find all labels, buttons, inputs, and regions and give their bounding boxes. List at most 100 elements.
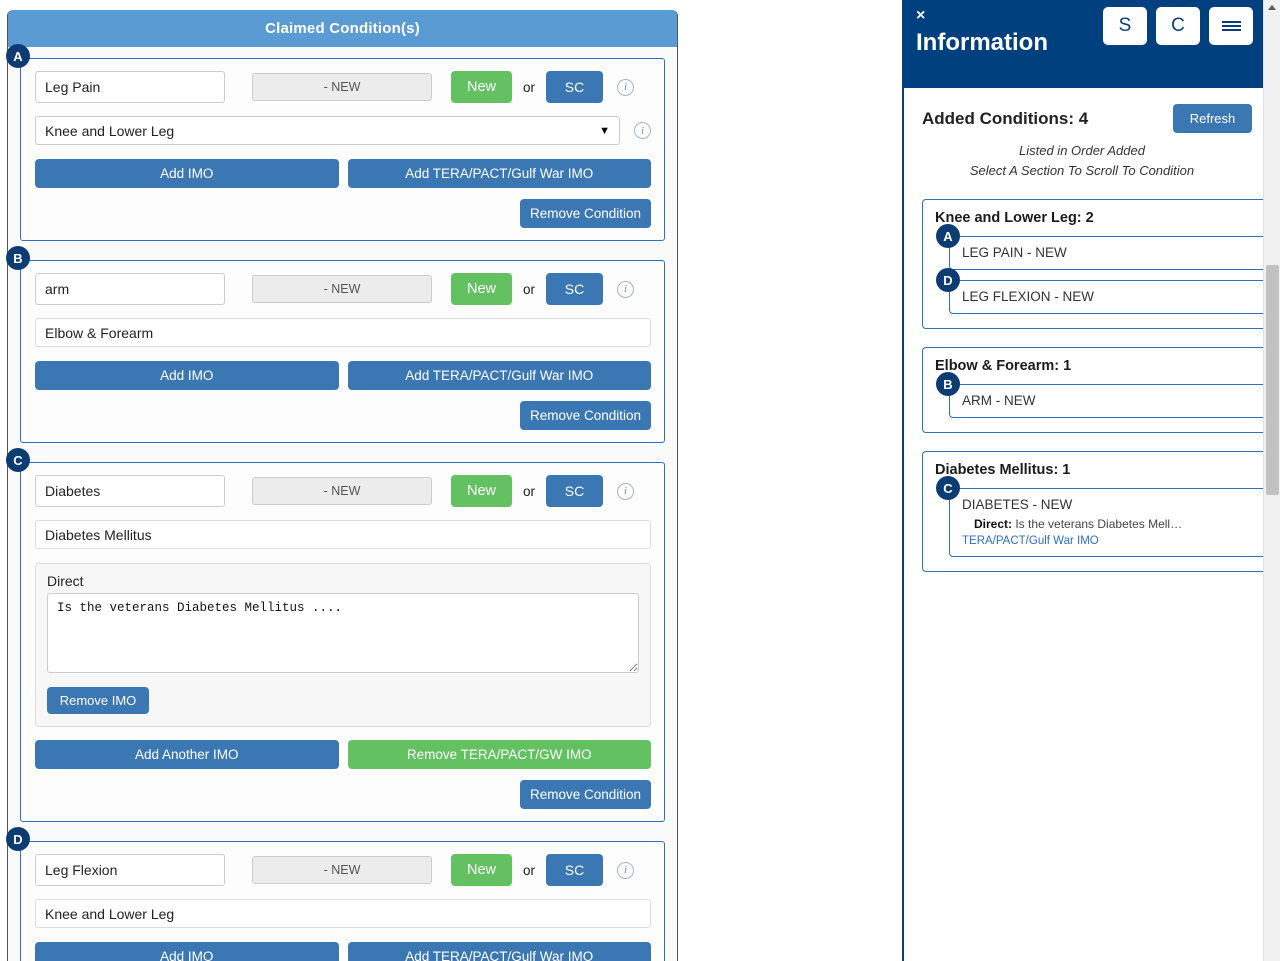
remove-imo-button[interactable]: Remove IMO bbox=[47, 687, 149, 714]
sc-button[interactable]: SC bbox=[546, 71, 604, 103]
condition-badge: C bbox=[6, 448, 30, 472]
remove-condition-button[interactable]: Remove Condition bbox=[520, 199, 651, 228]
condition-block-a: ANeworSCiKnee and Lower Leg▼iAdd IMOAdd … bbox=[6, 44, 665, 241]
add-tera-imo-button[interactable]: Add TERA/PACT/Gulf War IMO bbox=[347, 942, 651, 961]
condition-group[interactable]: Elbow & Forearm: 1 B ARM - NEW bbox=[922, 347, 1280, 433]
imo-button-row: Add Another IMO Remove TERA/PACT/GW IMO bbox=[35, 740, 651, 769]
close-icon[interactable]: × bbox=[916, 8, 925, 24]
condition-name-input[interactable] bbox=[35, 273, 225, 305]
body-part-field[interactable]: Elbow & Forearm bbox=[35, 318, 651, 347]
condition-body-row: Knee and Lower Leg ▼ i bbox=[35, 116, 651, 145]
body-part-select[interactable]: Knee and Lower Leg ▼ bbox=[35, 116, 620, 145]
condition-entry[interactable]: C DIABETES - NEW Direct: Is the veterans D… bbox=[936, 476, 1273, 557]
sc-button[interactable]: SC bbox=[546, 273, 604, 305]
new-button[interactable]: New bbox=[451, 71, 512, 103]
sc-button[interactable]: SC bbox=[546, 854, 604, 886]
add-another-imo-button[interactable]: Add Another IMO bbox=[35, 740, 339, 769]
condition-block-d: D Newor SC i Knee and Lower Leg Add IMO Add TE… bbox=[6, 827, 665, 961]
or-label: or bbox=[523, 281, 536, 297]
body-part-value: Diabetes Mellitus bbox=[45, 526, 152, 543]
or-label: or bbox=[523, 483, 536, 499]
condition-body-row: Elbow & Forearm bbox=[35, 318, 651, 347]
info-icon[interactable]: i bbox=[617, 78, 635, 96]
group-title: Elbow & Forearm: 1 bbox=[935, 358, 1072, 374]
add-imo-button[interactable]: Add IMO bbox=[35, 361, 339, 390]
condition-block-b: B Newor SC i Elbow & Forearm Add IMO Add TERA/… bbox=[6, 246, 665, 443]
remove-condition-button[interactable]: Remove Condition bbox=[520, 401, 651, 430]
info-icon[interactable]: i bbox=[617, 482, 635, 500]
condition-badge: D bbox=[6, 827, 30, 851]
sc-button[interactable]: SC bbox=[546, 475, 604, 507]
entry-badge: B bbox=[936, 372, 960, 396]
group-title: Diabetes Mellitus: 1 bbox=[935, 462, 1071, 478]
entry-detail: Direct: Is the veterans Diabetes Mell… bbox=[974, 517, 1183, 531]
refresh-button[interactable]: Refresh bbox=[1173, 104, 1252, 133]
c-button[interactable]: C bbox=[1156, 7, 1200, 45]
entry-title: ARM - NEW bbox=[962, 393, 1036, 408]
page-title: Claimed Condition(s) bbox=[8, 10, 677, 47]
condition-status-field bbox=[252, 856, 432, 884]
condition-group[interactable]: Diabetes Mellitus: 1 C DIABETES - NEW Direc… bbox=[922, 451, 1280, 572]
condition-name-input[interactable] bbox=[35, 854, 225, 886]
condition-name-input[interactable] bbox=[35, 475, 225, 507]
condition-status-field bbox=[252, 477, 432, 505]
imo-textarea[interactable]: Is the veterans Diabetes Mellitus .... bbox=[47, 593, 639, 673]
header-button-group: S C bbox=[1103, 7, 1253, 45]
condition-entry[interactable]: D LEG FLEXION - NEW bbox=[936, 268, 1273, 314]
condition-entry[interactable]: B ARM - NEW bbox=[936, 372, 1273, 418]
condition-group[interactable]: Knee and Lower Leg: 2 A LEG PAIN - NEW D LEG… bbox=[922, 199, 1280, 329]
condition-body-row: Diabetes Mellitus bbox=[35, 520, 651, 549]
information-panel: × Information S C Added Conditions: 4 Re… bbox=[902, 0, 1280, 961]
info-icon[interactable]: i bbox=[634, 122, 651, 139]
imo-button-row: Add IMO Add TERA/PACT/Gulf War IMO bbox=[35, 159, 651, 188]
body-part-field[interactable]: Knee and Lower Leg bbox=[35, 899, 651, 928]
body-part-value: Knee and Lower Leg bbox=[45, 122, 175, 139]
condition-name-input[interactable] bbox=[35, 71, 225, 103]
condition-badge: B bbox=[6, 246, 30, 270]
add-imo-button[interactable]: Add IMO bbox=[35, 942, 339, 961]
remove-condition-row: Remove Condition bbox=[35, 780, 651, 809]
body-part-field[interactable]: Diabetes Mellitus bbox=[35, 520, 651, 549]
remove-condition-row: Remove Condition bbox=[35, 401, 651, 430]
entry-link[interactable]: TERA/PACT/Gulf War IMO bbox=[962, 535, 1262, 547]
note-line-2: Select A Section To Scroll To Condition bbox=[969, 163, 1195, 178]
condition-groups: Knee and Lower Leg: 2 A LEG PAIN - NEW D LEG… bbox=[904, 199, 1280, 572]
note-line-1: Listed in Order Added bbox=[1019, 143, 1145, 158]
entry-badge: C bbox=[936, 476, 960, 500]
condition-name-row: Newor SC i bbox=[35, 273, 651, 305]
add-imo-button[interactable]: Add IMO bbox=[35, 159, 339, 188]
add-tera-imo-button[interactable]: Add TERA/PACT/Gulf War IMO bbox=[347, 361, 651, 390]
entry-title: LEG PAIN - NEW bbox=[962, 245, 1067, 260]
new-button[interactable]: New bbox=[451, 273, 512, 305]
info-icon[interactable]: i bbox=[617, 280, 635, 298]
group-title: Knee and Lower Leg: 2 bbox=[935, 210, 1094, 226]
information-note: Listed in Order Added Select A Section T… bbox=[904, 141, 1280, 181]
imo-button-row: Add IMO Add TERA/PACT/Gulf War IMO bbox=[35, 361, 651, 390]
imo-panel: Direct Is the veterans Diabetes Mellitus … bbox=[35, 563, 651, 727]
menu-button[interactable] bbox=[1209, 7, 1253, 45]
or-label: or bbox=[523, 79, 536, 95]
entry-title: DIABETES - NEW bbox=[962, 497, 1073, 512]
remove-tera-imo-button[interactable]: Remove TERA/PACT/GW IMO bbox=[347, 740, 651, 769]
new-button[interactable]: New bbox=[451, 475, 512, 507]
condition-name-row: Newor SC i bbox=[35, 475, 651, 507]
added-conditions-count: Added Conditions: 4 bbox=[922, 108, 1089, 128]
remove-condition-button[interactable]: Remove Condition bbox=[520, 780, 651, 809]
condition-badge: A bbox=[6, 44, 30, 68]
or-label: or bbox=[523, 862, 536, 878]
add-tera-imo-button[interactable]: Add TERA/PACT/Gulf War IMO bbox=[347, 159, 651, 188]
s-button[interactable]: S bbox=[1103, 7, 1147, 45]
information-scrollbar[interactable] bbox=[1263, 0, 1280, 961]
scrollbar-thumb[interactable] bbox=[1266, 265, 1279, 495]
condition-entry[interactable]: A LEG PAIN - NEW bbox=[936, 224, 1273, 270]
entry-title: LEG FLEXION - NEW bbox=[962, 289, 1095, 304]
claimed-conditions-card: Claimed Condition(s) ANeworSCiKnee and L… bbox=[6, 10, 678, 961]
condition-status-field bbox=[252, 275, 432, 303]
condition-name-row: Newor SC i bbox=[35, 71, 651, 103]
scroll-up-arrow[interactable] bbox=[1268, 5, 1276, 10]
remove-condition-row: Remove Condition bbox=[35, 199, 651, 228]
imo-label: Direct bbox=[47, 573, 84, 589]
body-part-value: Elbow & Forearm bbox=[45, 324, 154, 341]
new-button[interactable]: New bbox=[451, 854, 512, 886]
info-icon[interactable]: i bbox=[617, 861, 635, 879]
